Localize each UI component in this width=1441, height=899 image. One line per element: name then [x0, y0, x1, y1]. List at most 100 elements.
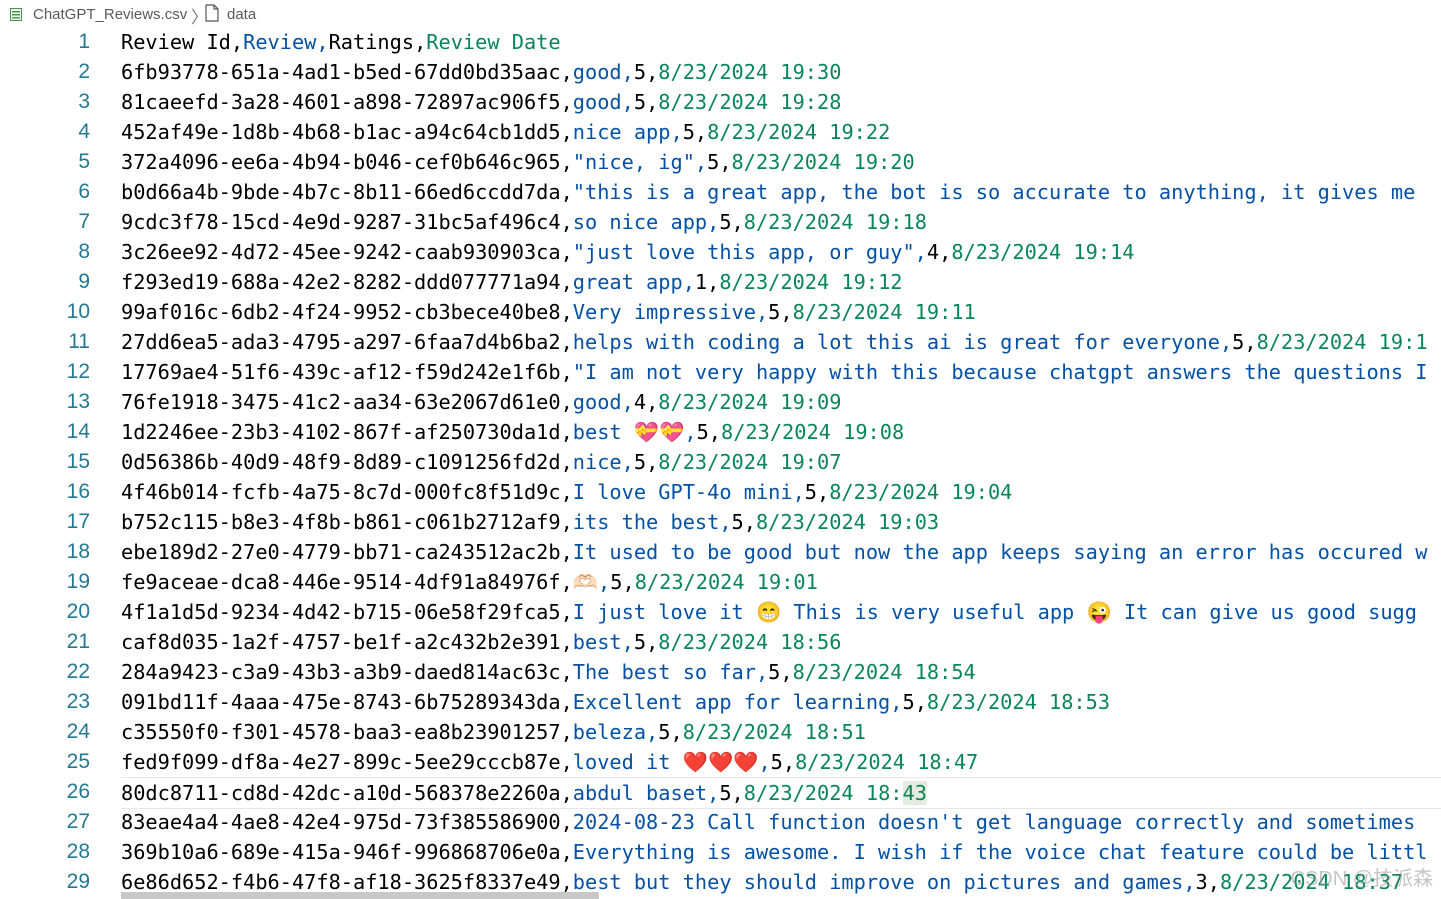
review-text: loved it ❤️❤️❤️, — [572, 750, 771, 774]
line-content[interactable]: 80dc8711-cd8d-42dc-a10d-568378e2260a,abd… — [121, 777, 1441, 809]
line-number: 19 — [66, 570, 90, 593]
editor-line[interactable]: 16 4f46b014-fcfb-4a75-8c7d-000fc8f51d9c,I… — [0, 477, 1441, 507]
editor-line[interactable]: 18 ebe189d2-27e0-4779-bb71-ca243512ac2b,I… — [0, 537, 1441, 567]
review-text: good, — [572, 390, 634, 414]
breadcrumb-file[interactable]: ChatGPT_Reviews.csv — [33, 6, 187, 23]
line-content[interactable]: 4f46b014-fcfb-4a75-8c7d-000fc8f51d9c,I l… — [121, 477, 1441, 507]
plain-text: 99af016c-6db2-4f24-9952-cb3bece40be8, — [121, 300, 573, 324]
line-content[interactable]: 9cdc3f78-15cd-4e9d-9287-31bc5af496c4,so … — [121, 207, 1441, 237]
plain-text: Ratings, — [328, 30, 427, 54]
plain-text: 27dd6ea5-ada3-4795-a297-6faa7d4b6ba2, — [121, 330, 573, 354]
editor-line[interactable]: 1 Review Id,Review,Ratings,Review Date — [0, 27, 1441, 57]
line-content[interactable]: 0d56386b-40d9-48f9-8d89-c1091256fd2d,nic… — [121, 447, 1441, 477]
plain-text: c35550f0-f301-4578-baa3-ea8b23901257, — [121, 720, 573, 744]
line-content[interactable]: 1d2246ee-23b3-4102-867f-af250730da1d,bes… — [121, 417, 1441, 447]
plain-text: 5, — [633, 630, 659, 654]
editor-line[interactable]: 3 81caeefd-3a28-4601-a898-72897ac906f5,go… — [0, 87, 1441, 117]
csv-file-icon — [10, 8, 22, 21]
editor-line[interactable]: 6 b0d66a4b-9bde-4b7c-8b11-66ed6ccdd7da,"t… — [0, 177, 1441, 207]
line-number: 8 — [78, 240, 90, 263]
line-content[interactable]: fe9aceae-dca8-446e-9514-4df91a84976f,🫶🏻,… — [121, 567, 1441, 597]
line-content[interactable]: fed9f099-df8a-4e27-899c-5ee29cccb87e,lov… — [121, 747, 1441, 777]
plain-text: 5, — [731, 510, 756, 534]
breadcrumb-folder[interactable]: data — [227, 6, 256, 23]
editor-line[interactable]: 21 caf8d035-1a2f-4757-be1f-a2c432b2e391,b… — [0, 627, 1441, 657]
line-content[interactable]: caf8d035-1a2f-4757-be1f-a2c432b2e391,bes… — [121, 627, 1441, 657]
editor-line[interactable]: 4 452af49e-1d8b-4b68-b1ac-a94c64cb1dd5,ni… — [0, 117, 1441, 147]
line-number: 2 — [78, 60, 90, 83]
editor-line[interactable]: 5 372a4096-ee6a-4b94-b046-cef0b646c965,"n… — [0, 147, 1441, 177]
editor-line[interactable]: 28 369b10a6-689e-415a-946f-996868706e0a,E… — [0, 837, 1441, 867]
plain-text: 1d2246ee-23b3-4102-867f-af250730da1d, — [121, 420, 573, 444]
line-content[interactable]: 284a9423-c3a9-43b3-a3b9-daed814ac63c,The… — [121, 657, 1441, 687]
line-content[interactable]: b0d66a4b-9bde-4b7c-8b11-66ed6ccdd7da,"th… — [121, 177, 1441, 207]
plain-text: 0d56386b-40d9-48f9-8d89-c1091256fd2d, — [121, 450, 573, 474]
plain-text: 76fe1918-3475-41c2-aa34-63e2067d61e0, — [121, 390, 573, 414]
line-content[interactable]: 091bd11f-4aaa-475e-8743-6b75289343da,Exc… — [121, 687, 1441, 717]
line-content[interactable]: ebe189d2-27e0-4779-bb71-ca243512ac2b,It … — [121, 537, 1441, 567]
plain-text: 17769ae4-51f6-439c-af12-f59d242e1f6b, — [121, 360, 573, 384]
line-content[interactable]: 4f1a1d5d-9234-4d42-b715-06e58f29fca5,I j… — [121, 597, 1441, 627]
line-content[interactable]: b752c115-b8e3-4f8b-b861-c061b2712af9,its… — [121, 507, 1441, 537]
editor-line[interactable]: 15 0d56386b-40d9-48f9-8d89-c1091256fd2d,n… — [0, 447, 1441, 477]
editor-line[interactable]: 23 091bd11f-4aaa-475e-8743-6b75289343da,E… — [0, 687, 1441, 717]
plain-text: 9cdc3f78-15cd-4e9d-9287-31bc5af496c4, — [121, 210, 573, 234]
plain-text: 4, — [633, 390, 659, 414]
editor-line[interactable]: 9 f293ed19-688a-42e2-8282-ddd077771a94,gr… — [0, 267, 1441, 297]
line-content[interactable]: 452af49e-1d8b-4b68-b1ac-a94c64cb1dd5,nic… — [121, 117, 1441, 147]
date-text: 8/23/2024 19:03 — [755, 510, 940, 534]
line-content[interactable]: 372a4096-ee6a-4b94-b046-cef0b646c965,"ni… — [121, 147, 1441, 177]
editor-line[interactable]: 14 1d2246ee-23b3-4102-867f-af250730da1d,b… — [0, 417, 1441, 447]
review-text: helps with coding a lot this ai is great… — [572, 330, 1233, 354]
plain-text: 5, — [719, 781, 744, 805]
line-content[interactable]: 76fe1918-3475-41c2-aa34-63e2067d61e0,goo… — [121, 387, 1441, 417]
line-content[interactable]: 6fb93778-651a-4ad1-b5ed-67dd0bd35aac,goo… — [121, 57, 1441, 87]
line-number: 7 — [78, 210, 90, 233]
editor-line[interactable]: 12 17769ae4-51f6-439c-af12-f59d242e1f6b,"… — [0, 357, 1441, 387]
date-text: 8/23/2024 19:14 — [951, 240, 1135, 264]
editor-line[interactable]: 17 b752c115-b8e3-4f8b-b861-c061b2712af9,i… — [0, 507, 1441, 537]
plain-text: 5, — [804, 480, 830, 504]
line-content[interactable]: 83eae4a4-4ae8-42e4-975d-73f385586900,202… — [121, 807, 1441, 837]
line-content[interactable]: 81caeefd-3a28-4601-a898-72897ac906f5,goo… — [121, 87, 1441, 117]
line-content[interactable]: 369b10a6-689e-415a-946f-996868706e0a,Eve… — [121, 837, 1441, 867]
editor-line[interactable]: 2 6fb93778-651a-4ad1-b5ed-67dd0bd35aac,go… — [0, 57, 1441, 87]
editor-line[interactable]: 19 fe9aceae-dca8-446e-9514-4df91a84976f,🫶… — [0, 567, 1441, 597]
review-text: "nice, ig", — [572, 150, 708, 174]
editor-line[interactable]: 11 27dd6ea5-ada3-4795-a297-6faa7d4b6ba2,h… — [0, 327, 1441, 357]
editor-line[interactable]: 24 c35550f0-f301-4578-baa3-ea8b23901257,b… — [0, 717, 1441, 747]
plain-text: 5, — [707, 150, 732, 174]
horizontal-scrollbar[interactable] — [121, 892, 599, 899]
review-text: "just love this app, or guy", — [572, 240, 927, 264]
editor-line[interactable]: 10 99af016c-6db2-4f24-9952-cb3bece40be8,V… — [0, 297, 1441, 327]
line-content[interactable]: Review Id,Review,Ratings,Review Date — [121, 27, 1441, 57]
line-content[interactable]: f293ed19-688a-42e2-8282-ddd077771a94,gre… — [121, 267, 1441, 297]
line-number: 13 — [66, 390, 90, 413]
editor-line[interactable]: 26 80dc8711-cd8d-42dc-a10d-568378e2260a,a… — [0, 777, 1441, 809]
editor-line[interactable]: 7 9cdc3f78-15cd-4e9d-9287-31bc5af496c4,so… — [0, 207, 1441, 237]
plain-text: 1, — [694, 270, 720, 294]
line-content[interactable]: 27dd6ea5-ada3-4795-a297-6faa7d4b6ba2,hel… — [121, 327, 1441, 357]
line-content[interactable]: 3c26ee92-4d72-45ee-9242-caab930903ca,"ju… — [121, 237, 1441, 267]
plain-text: 6fb93778-651a-4ad1-b5ed-67dd0bd35aac, — [121, 60, 573, 84]
editor-line[interactable]: 25 fed9f099-df8a-4e27-899c-5ee29cccb87e,l… — [0, 747, 1441, 777]
plain-text: Review Id, — [121, 30, 244, 54]
csv-editor[interactable]: 1 Review Id,Review,Ratings,Review Date 2 6f… — [0, 27, 1441, 899]
plain-text: 5, — [633, 60, 659, 84]
editor-line[interactable]: 13 76fe1918-3475-41c2-aa34-63e2067d61e0,g… — [0, 387, 1441, 417]
date-text: 43 — [902, 781, 927, 805]
line-content[interactable]: 99af016c-6db2-4f24-9952-cb3bece40be8,Ver… — [121, 297, 1441, 327]
date-text: 8/23/2024 18:56 — [658, 630, 842, 654]
plain-text: 5, — [682, 120, 708, 144]
plain-text: 3c26ee92-4d72-45ee-9242-caab930903ca, — [121, 240, 573, 264]
line-content[interactable]: c35550f0-f301-4578-baa3-ea8b23901257,bel… — [121, 717, 1441, 747]
editor-line[interactable]: 20 4f1a1d5d-9234-4d42-b715-06e58f29fca5,I… — [0, 597, 1441, 627]
line-number: 25 — [66, 750, 90, 773]
line-content[interactable]: 17769ae4-51f6-439c-af12-f59d242e1f6b,"I … — [121, 357, 1441, 387]
editor-line[interactable]: 27 83eae4a4-4ae8-42e4-975d-73f385586900,2… — [0, 807, 1441, 837]
review-text: best, — [572, 630, 634, 654]
editor-line[interactable]: 8 3c26ee92-4d72-45ee-9242-caab930903ca,"j… — [0, 237, 1441, 267]
review-text: good, — [572, 60, 634, 84]
review-text: its the best, — [572, 510, 732, 534]
editor-line[interactable]: 22 284a9423-c3a9-43b3-a3b9-daed814ac63c,T… — [0, 657, 1441, 687]
